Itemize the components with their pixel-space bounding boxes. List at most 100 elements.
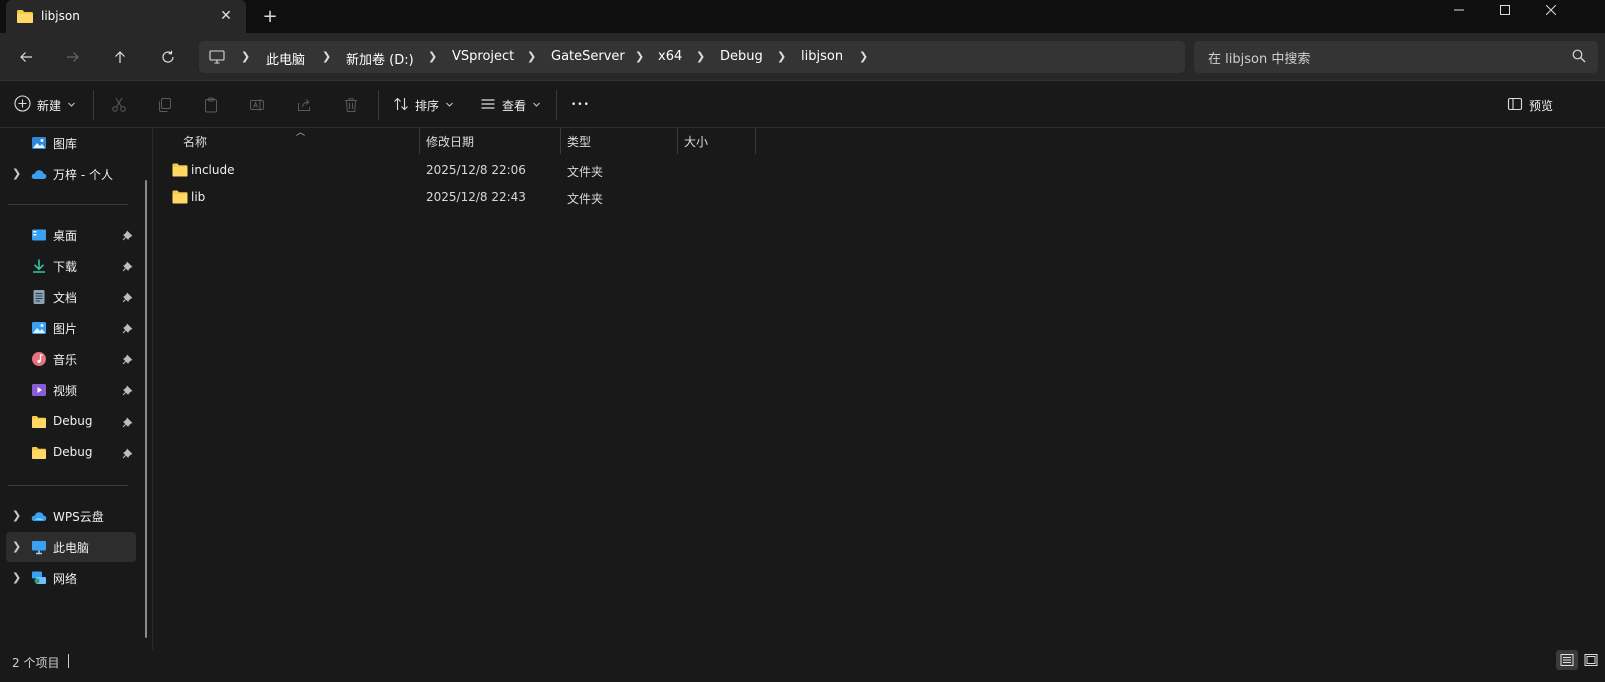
breadcrumb-drive-d[interactable]: 新加卷 (D:) xyxy=(346,49,414,68)
sidebar-item-label: 图片 xyxy=(53,322,78,336)
file-type: 文件夹 xyxy=(567,192,604,206)
column-header-label: 名称 xyxy=(183,135,208,149)
column-header-label: 修改日期 xyxy=(426,135,475,149)
up-arrow-icon[interactable] xyxy=(102,43,138,71)
sort-button[interactable]: 排序 xyxy=(393,92,454,118)
column-header-name[interactable]: 名称 xyxy=(175,128,419,154)
close-window-icon[interactable] xyxy=(1528,0,1574,20)
sidebar-item-videos[interactable]: 视频 xyxy=(6,375,136,405)
sidebar-scrollbar[interactable] xyxy=(145,180,147,638)
pin-icon[interactable] xyxy=(122,353,134,365)
chevron-right-icon[interactable]: ❯ xyxy=(12,571,21,584)
forward-arrow-icon[interactable] xyxy=(55,43,91,71)
folder-icon xyxy=(32,447,46,459)
pin-icon[interactable] xyxy=(122,229,134,241)
chevron-right-icon[interactable]: ❯ xyxy=(12,167,21,180)
breadcrumb-gateserver[interactable]: GateServer xyxy=(551,49,625,64)
sidebar-item-label: WPS云盘 xyxy=(53,510,104,524)
sidebar-item-gallery[interactable]: 图库 xyxy=(6,128,136,158)
sidebar-item-label: 音乐 xyxy=(53,353,78,367)
sidebar-item-desktop[interactable]: 桌面 xyxy=(6,220,136,250)
pin-icon[interactable] xyxy=(122,322,134,334)
breadcrumb-debug[interactable]: Debug xyxy=(720,49,763,64)
chevron-right-icon[interactable]: ❯ xyxy=(635,50,644,63)
chevron-right-icon[interactable]: ❯ xyxy=(859,50,868,63)
new-label: 新建 xyxy=(37,98,62,113)
sidebar-item-network[interactable]: ❯ 网络 xyxy=(6,563,136,593)
chevron-right-icon[interactable]: ❯ xyxy=(12,540,21,553)
new-tab-button[interactable]: + xyxy=(258,6,282,28)
column-header-type[interactable]: 类型 xyxy=(559,128,676,154)
sidebar-item-label: 桌面 xyxy=(53,229,78,243)
sidebar-item-this-pc[interactable]: ❯ 此电脑 xyxy=(6,532,136,562)
chevron-right-icon[interactable]: ❯ xyxy=(428,50,437,63)
details-view-icon[interactable] xyxy=(1556,650,1578,670)
breadcrumb-this-pc[interactable]: 此电脑 xyxy=(266,49,305,68)
maximize-icon[interactable] xyxy=(1482,0,1528,20)
view-button[interactable]: 查看 xyxy=(480,92,541,118)
computer-icon xyxy=(209,49,225,68)
video-icon xyxy=(32,384,46,396)
column-header-modified[interactable]: 修改日期 xyxy=(418,128,559,154)
sidebar-item-documents[interactable]: 文档 xyxy=(6,282,136,312)
navigation-pane: 图库 ❯ 万梓 - 个人 桌面 下载 文档 图片 音乐 视频 Debug Deb… xyxy=(0,128,152,682)
tab-title: libjson xyxy=(41,9,80,23)
cut-icon[interactable] xyxy=(107,93,131,117)
preview-pane-button[interactable]: 预览 xyxy=(1507,92,1553,118)
breadcrumb-libjson[interactable]: libjson xyxy=(801,49,843,64)
minimize-icon[interactable] xyxy=(1436,0,1482,20)
sidebar-item-wps-cloud[interactable]: ❯ WPS云盘 xyxy=(6,501,136,531)
title-bar: libjson ✕ + xyxy=(0,0,1605,33)
table-row[interactable]: include 2025/12/8 22:06 文件夹 xyxy=(165,157,765,183)
sidebar-item-label: 万梓 - 个人 xyxy=(53,168,113,182)
chevron-right-icon[interactable]: ❯ xyxy=(777,50,786,63)
sidebar-item-label: 此电脑 xyxy=(53,541,90,555)
new-button[interactable]: 新建 xyxy=(14,92,76,118)
search-icon[interactable] xyxy=(1572,49,1586,66)
breadcrumb-x64[interactable]: x64 xyxy=(658,49,682,64)
chevron-right-icon[interactable]: ❯ xyxy=(322,50,331,63)
copy-icon[interactable] xyxy=(153,93,177,117)
more-options-button[interactable]: ••• xyxy=(571,92,590,118)
sidebar-item-label: 网络 xyxy=(53,572,78,586)
desktop-icon xyxy=(32,229,46,241)
pin-icon[interactable] xyxy=(122,291,134,303)
sidebar-item-music[interactable]: 音乐 xyxy=(6,344,136,374)
pin-icon[interactable] xyxy=(122,416,134,428)
chevron-right-icon[interactable]: ❯ xyxy=(12,509,21,522)
sidebar-item-downloads[interactable]: 下载 xyxy=(6,251,136,281)
sidebar-item-debug[interactable]: Debug xyxy=(6,407,136,437)
sidebar-item-label: 图库 xyxy=(53,137,78,151)
sidebar-item-label: 下载 xyxy=(53,260,78,274)
paste-icon[interactable] xyxy=(199,93,223,117)
back-arrow-icon[interactable] xyxy=(8,43,44,71)
tiles-view-icon[interactable] xyxy=(1580,650,1602,670)
chevron-right-icon[interactable]: ❯ xyxy=(241,50,250,63)
rename-icon[interactable] xyxy=(245,93,269,117)
share-icon[interactable] xyxy=(292,93,316,117)
delete-icon[interactable] xyxy=(339,93,363,117)
table-row[interactable]: lib 2025/12/8 22:43 文件夹 xyxy=(165,184,765,210)
pin-icon[interactable] xyxy=(122,260,134,272)
close-tab-icon[interactable]: ✕ xyxy=(216,6,236,26)
search-box[interactable]: 在 libjson 中搜索 xyxy=(1194,41,1598,73)
address-bar[interactable]: ❯ 此电脑 ❯ 新加卷 (D:) ❯ VSproject ❯ GateServe… xyxy=(199,41,1185,73)
view-list-icon xyxy=(480,96,496,115)
search-input[interactable]: 在 libjson 中搜索 xyxy=(1208,48,1310,67)
sidebar-item-onedrive[interactable]: ❯ 万梓 - 个人 xyxy=(6,159,136,189)
column-divider[interactable] xyxy=(755,128,756,154)
sidebar-item-debug[interactable]: Debug xyxy=(6,438,136,468)
breadcrumb-vsproject[interactable]: VSproject xyxy=(452,49,514,64)
pin-icon[interactable] xyxy=(122,447,134,459)
pin-icon[interactable] xyxy=(122,384,134,396)
tab-libjson[interactable]: libjson ✕ xyxy=(6,0,246,33)
refresh-icon[interactable] xyxy=(150,43,186,71)
column-header-size[interactable]: 大小 xyxy=(676,128,755,154)
folder-icon xyxy=(172,163,188,177)
chevron-right-icon[interactable]: ❯ xyxy=(527,50,536,63)
sidebar-item-pictures[interactable]: 图片 xyxy=(6,313,136,343)
download-icon xyxy=(33,259,45,273)
chevron-right-icon[interactable]: ❯ xyxy=(696,50,705,63)
sort-label: 排序 xyxy=(415,98,440,113)
status-bar: 2 个项目 xyxy=(0,650,1605,682)
